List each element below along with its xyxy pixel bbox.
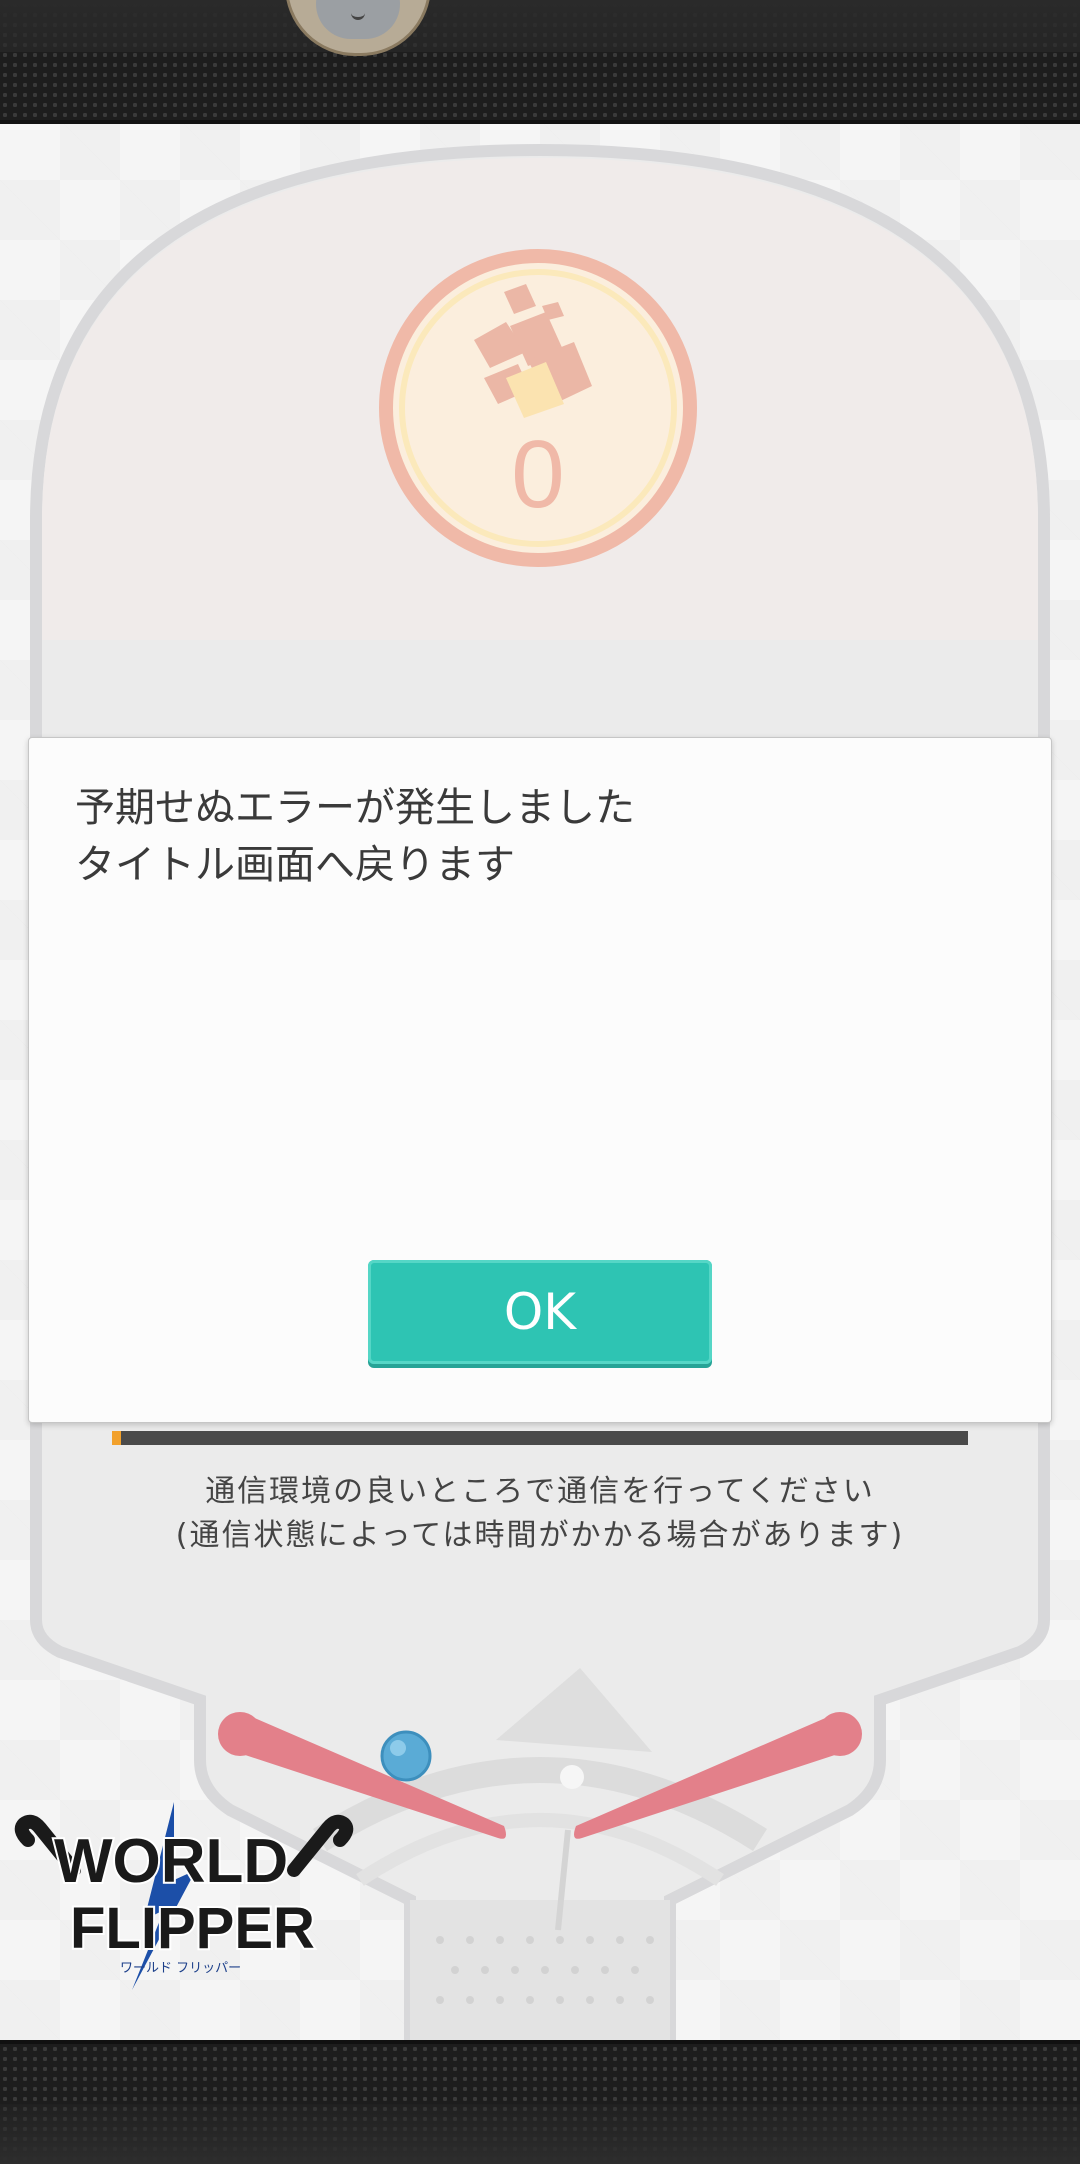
ok-button[interactable]: OK xyxy=(368,1260,712,1364)
loading-progress-bar xyxy=(112,1431,968,1445)
error-message: 予期せぬエラーが発生しました タイトル画面へ戻ります xyxy=(75,785,635,888)
logo-line2: FLIPPER xyxy=(70,1896,315,1961)
logo-line1: WORLD xyxy=(54,1827,288,1896)
pinball-ball xyxy=(380,1730,432,1782)
world-flipper-logo: WORLD FLIPPER ワールド フリッパー xyxy=(14,1802,354,1990)
error-dialog: 予期せぬエラーが発生しました タイトル画面へ戻ります OK xyxy=(28,737,1052,1423)
logo-kana: ワールド フリッパー xyxy=(120,1961,241,1976)
bottom-bar xyxy=(0,2040,1080,2164)
connection-notice-line1: 通信環境の良いところで通信を行ってください xyxy=(205,1474,875,1509)
connection-notice-line2: (通信状態によっては時間がかかる場合があります) xyxy=(175,1518,905,1553)
score-counter-value: 0 xyxy=(511,421,565,528)
loading-progress-fill xyxy=(112,1431,121,1445)
